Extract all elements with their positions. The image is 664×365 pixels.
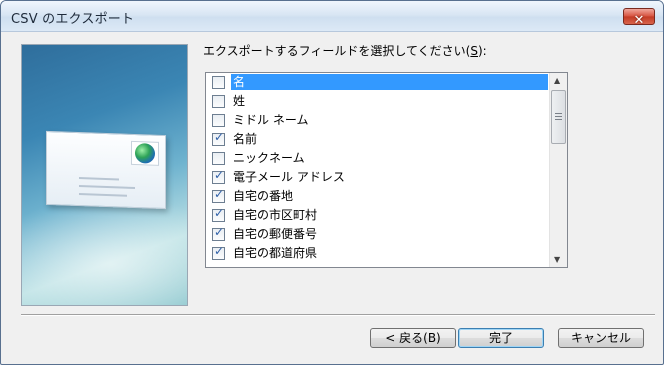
check-icon: ✓ — [214, 206, 225, 220]
field-label: ミドル ネーム — [233, 113, 309, 127]
prompt-text: エクスポートするフィールドを選択してください( — [203, 44, 471, 58]
field-checkbox[interactable]: ✓ — [212, 225, 225, 241]
field-row[interactable]: ✓ 自宅の郵便番号 — [206, 225, 548, 244]
cancel-button[interactable]: キャンセル — [558, 328, 644, 348]
scroll-down-icon[interactable]: ▼ — [554, 255, 560, 264]
close-icon: ✕ — [633, 13, 645, 28]
field-label: 自宅の都道府県 — [233, 246, 318, 260]
field-checkbox[interactable]: ✓ — [212, 187, 225, 203]
field-label: 自宅の郵便番号 — [233, 227, 318, 241]
divider — [21, 314, 655, 316]
window-title: CSV のエクスポート — [11, 12, 135, 27]
field-row[interactable]: ニックネーム — [206, 149, 548, 168]
vertical-scrollbar[interactable]: ▲ ▼ — [549, 73, 567, 267]
field-checkbox[interactable] — [212, 114, 225, 127]
field-checkbox[interactable] — [212, 152, 225, 165]
field-row[interactable]: ✓ 自宅の都道府県 — [206, 244, 548, 263]
field-checkbox[interactable]: ✓ — [212, 168, 225, 184]
field-label: 名 — [231, 74, 548, 90]
field-label: 自宅の番地 — [233, 189, 294, 203]
globe-icon — [135, 143, 155, 164]
field-row[interactable]: ミドル ネーム — [206, 111, 548, 130]
dialog-body: エクスポートするフィールドを選択してください(S): ✓ 自宅の都道府県 ✓ 自宅の郵… — [8, 32, 656, 358]
check-icon: ✓ — [214, 225, 225, 239]
prompt-suffix: ): — [478, 44, 487, 58]
field-row[interactable]: ✓ 名前 — [206, 130, 548, 149]
back-button[interactable]: < 戻る(B) — [370, 328, 456, 348]
field-row[interactable]: ✓ 電子メール アドレス — [206, 168, 548, 187]
scroll-thumb[interactable] — [551, 90, 566, 144]
field-checkbox[interactable] — [212, 76, 225, 89]
title-bar[interactable]: CSV のエクスポート ✕ — [1, 1, 663, 32]
field-checkbox[interactable]: ✓ — [212, 130, 225, 146]
field-select-prompt: エクスポートするフィールドを選択してください(S): — [203, 42, 487, 59]
check-icon: ✓ — [214, 187, 225, 201]
stamp-icon — [131, 140, 159, 166]
field-label: 名前 — [233, 132, 258, 146]
field-row[interactable]: 姓 — [206, 92, 548, 111]
field-row[interactable]: ✓ 自宅の市区町村 — [206, 206, 548, 225]
field-label: ニックネーム — [233, 151, 305, 165]
field-row[interactable]: 名 — [206, 73, 548, 92]
field-label: 姓 — [233, 94, 246, 108]
check-icon: ✓ — [214, 168, 225, 182]
check-icon: ✓ — [214, 130, 225, 144]
field-checkbox[interactable]: ✓ — [212, 206, 225, 222]
field-label: 自宅の市区町村 — [233, 208, 318, 222]
finish-button[interactable]: 完了 — [458, 328, 544, 348]
field-row[interactable]: ✓ 自宅の番地 — [206, 187, 548, 206]
field-checkbox[interactable]: ✓ — [212, 244, 225, 260]
check-icon: ✓ — [214, 244, 225, 258]
scroll-up-icon[interactable]: ▲ — [554, 76, 560, 85]
envelope-icon — [46, 130, 166, 210]
export-dialog: CSV のエクスポート ✕ エクスポートするフィールドを選択してください(S):… — [0, 0, 664, 365]
field-listbox[interactable]: ✓ 自宅の都道府県 ✓ 自宅の郵便番号 ✓ 自宅の市区町村 ✓ 自宅の番地 ✓ 電子メール アドレ… — [205, 72, 568, 268]
field-label: 電子メール アドレス — [233, 170, 345, 184]
wizard-illustration — [21, 44, 188, 306]
close-button[interactable]: ✕ — [623, 8, 655, 28]
field-checkbox[interactable] — [212, 95, 225, 108]
prompt-accelerator: S — [470, 44, 478, 58]
